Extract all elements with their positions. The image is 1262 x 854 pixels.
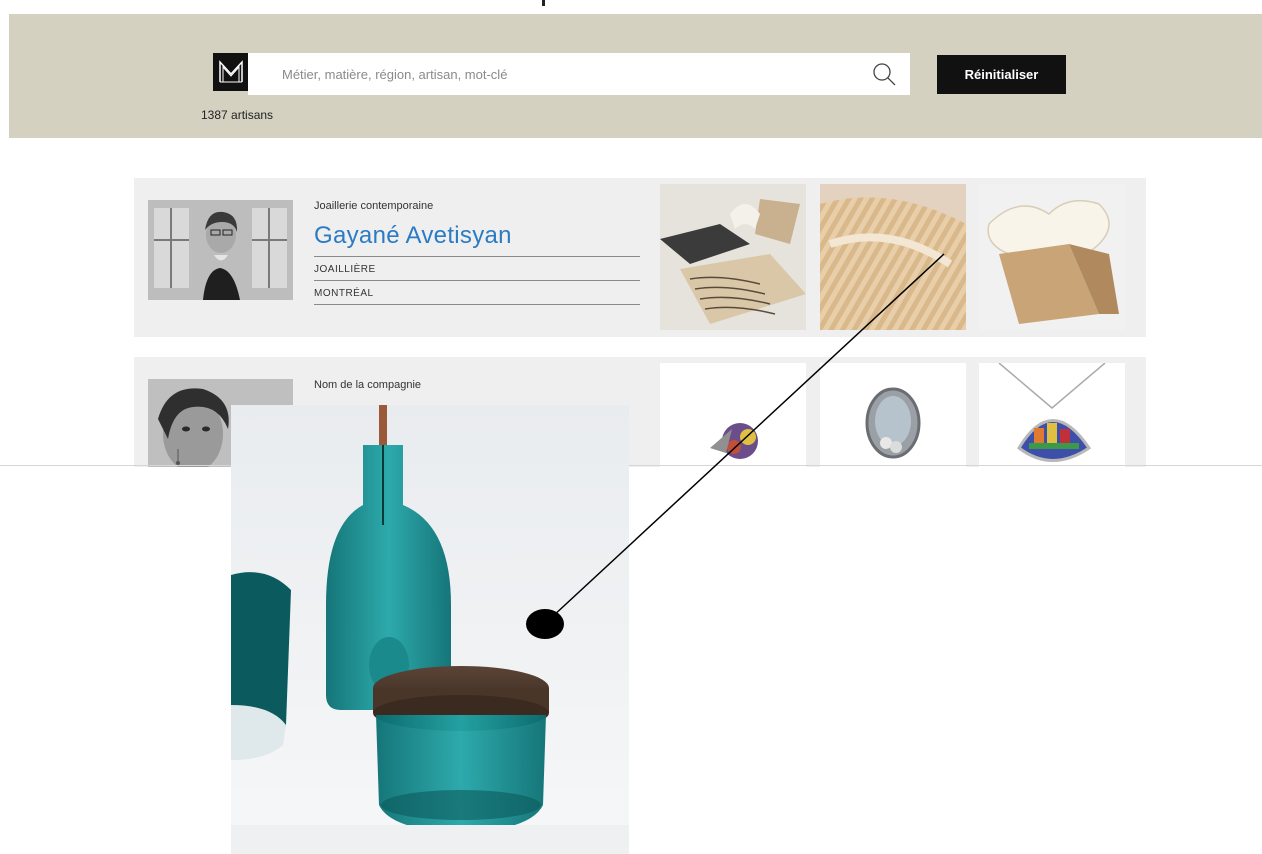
- reset-button[interactable]: Réinitialiser: [937, 55, 1066, 94]
- work-thumbnail[interactable]: [660, 363, 806, 467]
- artisan-portrait: [148, 200, 293, 300]
- work-thumbnail[interactable]: [820, 184, 966, 330]
- artisan-info: Joaillerie contemporaine Gayané Avetisya…: [314, 200, 640, 305]
- m-logo-icon: [218, 60, 243, 83]
- artisan-trade: JOAILLIÈRE: [314, 256, 640, 281]
- artisan-name-link[interactable]: Gayané Avetisyan: [314, 222, 640, 250]
- list-divider: [0, 465, 1262, 466]
- artisan-category: Joaillerie contemporaine: [314, 200, 434, 212]
- artisan-info: Nom de la compagnie: [314, 379, 640, 391]
- artisan-city: MONTRÉAL: [314, 281, 640, 305]
- top-marker: [542, 0, 545, 6]
- search-icon[interactable]: [872, 62, 896, 86]
- search-input[interactable]: [282, 53, 862, 95]
- artisan-category: Nom de la compagnie: [314, 379, 422, 391]
- work-thumbnail[interactable]: [979, 184, 1125, 330]
- artisan-card[interactable]: Joaillerie contemporaine Gayané Avetisya…: [134, 178, 1146, 337]
- brand-logo[interactable]: [213, 53, 248, 91]
- work-thumbnail[interactable]: [660, 184, 806, 330]
- artisan-count: 1387 artisans: [201, 108, 274, 122]
- zoomed-product-image: [231, 405, 629, 854]
- work-thumbnail[interactable]: [979, 363, 1125, 467]
- work-thumbnail[interactable]: [820, 363, 966, 467]
- search-field: [248, 53, 910, 95]
